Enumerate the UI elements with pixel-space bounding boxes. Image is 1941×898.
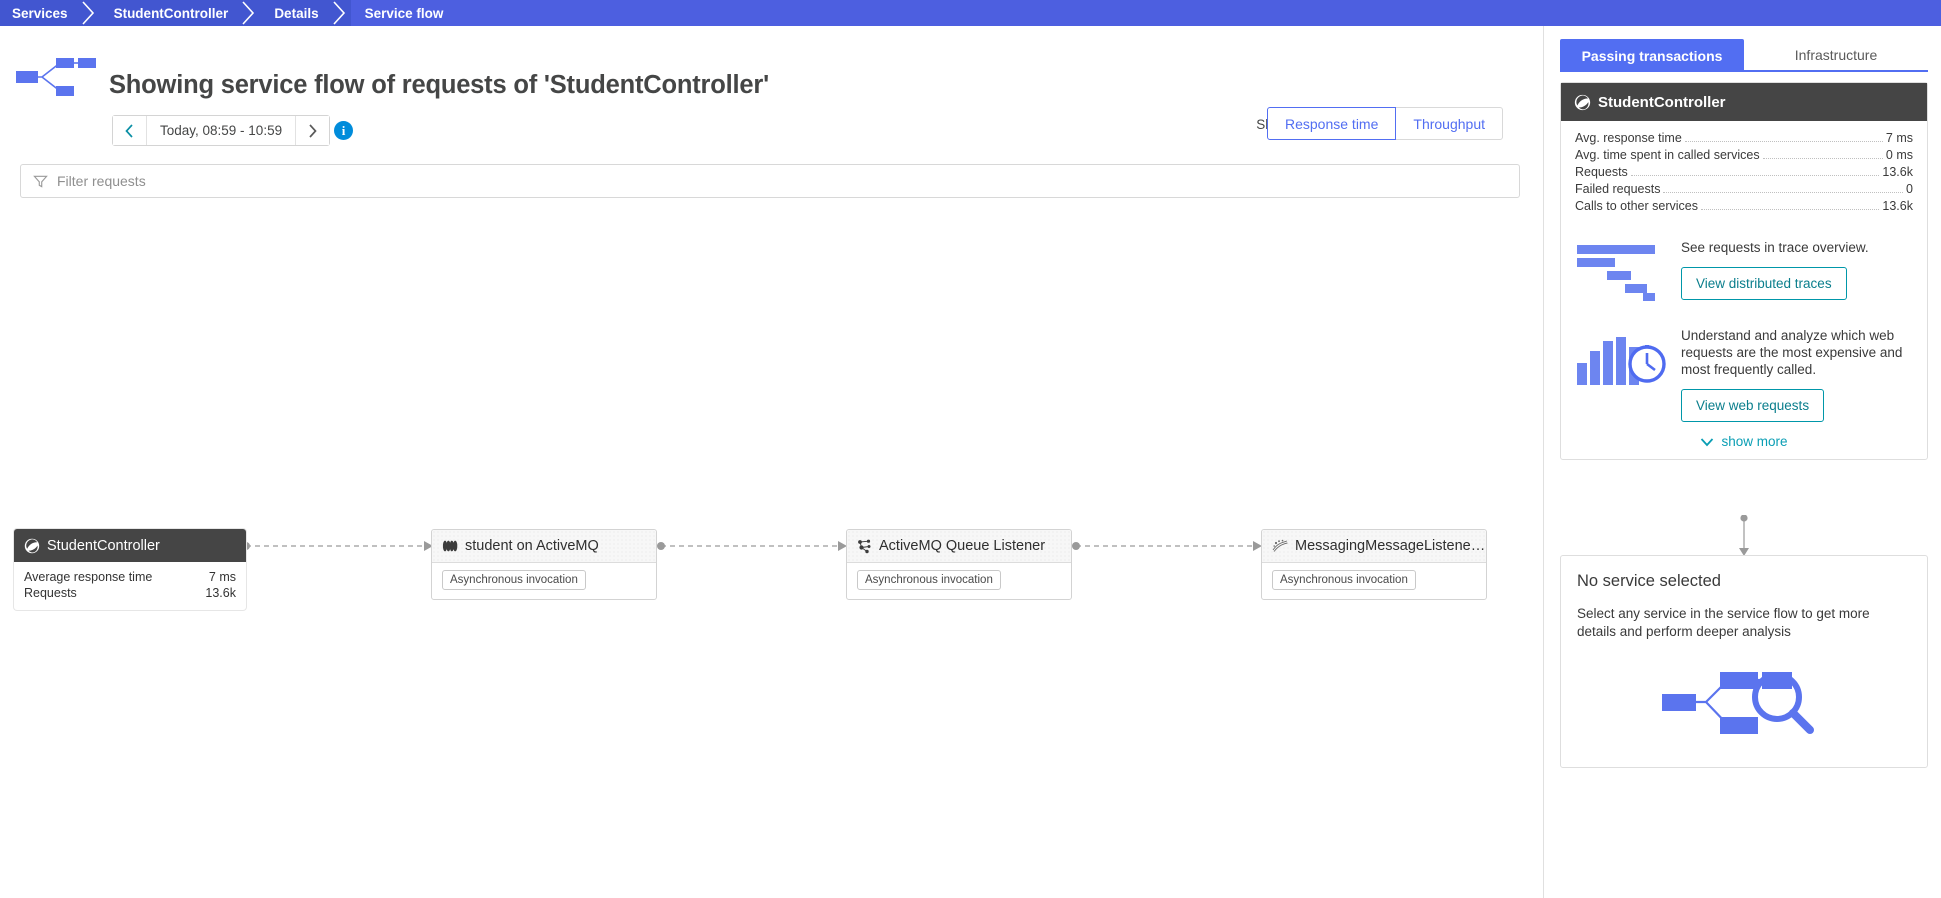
view-web-requests-button[interactable]: View web requests xyxy=(1681,389,1824,422)
service-summary-card: StudentController Avg. response time 7 m… xyxy=(1560,82,1928,460)
flow-node-activemq-queue-listener[interactable]: ActiveMQ Queue Listener Asynchronous inv… xyxy=(846,529,1072,600)
flow-node-title: ActiveMQ Queue Listener xyxy=(879,538,1045,554)
promo-web-requests: Understand and analyze which web request… xyxy=(1561,327,1927,422)
flow-node-header: student on ActiveMQ xyxy=(432,530,656,563)
promo-text: Understand and analyze which web request… xyxy=(1681,327,1913,378)
flow-node-title: MessagingMessageListene… xyxy=(1295,538,1485,554)
details-sidebar: Passing transactions Infrastructure Stud… xyxy=(1543,26,1941,898)
breadcrumb-label: StudentController xyxy=(114,6,229,21)
stat-leader xyxy=(1631,175,1880,176)
breadcrumb-label: Services xyxy=(12,6,68,21)
stat-value: 0 xyxy=(1906,181,1913,198)
service-flow-graph: StudentController Average response time … xyxy=(0,26,1543,898)
stat-leader xyxy=(1701,209,1879,210)
stat-row: Avg. time spent in called services 0 ms xyxy=(1575,147,1913,164)
service-flow-search-icon xyxy=(1561,641,1927,741)
tab-passing-transactions[interactable]: Passing transactions xyxy=(1560,39,1744,72)
flow-node-title: StudentController xyxy=(47,538,160,554)
breadcrumb: Services StudentController Details Servi… xyxy=(0,0,1941,26)
empty-state-title: No service selected xyxy=(1561,556,1927,591)
breadcrumb-item-services[interactable]: Services xyxy=(0,0,100,26)
stat-leader xyxy=(1685,141,1883,142)
toggle-response-time[interactable]: Response time xyxy=(1267,107,1396,140)
stat-value: 13.6k xyxy=(1882,164,1913,181)
async-invocation-tag: Asynchronous invocation xyxy=(1272,570,1416,590)
chevron-down-icon xyxy=(1700,437,1714,447)
main-content: Showing service flow of requests of 'Stu… xyxy=(0,26,1543,898)
no-service-selected-card: No service selected Select any service i… xyxy=(1560,555,1928,768)
flow-node-student-on-activemq[interactable]: student on ActiveMQ Asynchronous invocat… xyxy=(431,529,657,600)
queue-icon xyxy=(442,539,458,553)
metric-label: Requests xyxy=(24,585,77,601)
breadcrumb-item-studentcontroller[interactable]: StudentController xyxy=(100,0,261,26)
metric-row: Requests 13.6k xyxy=(24,585,236,601)
promo-text: See requests in trace overview. xyxy=(1681,239,1913,256)
flow-node-body: Asynchronous invocation xyxy=(847,563,1071,599)
stat-label: Avg. time spent in called services xyxy=(1575,147,1760,164)
flow-node-header: ActiveMQ Queue Listener xyxy=(847,530,1071,563)
stat-row: Requests 13.6k xyxy=(1575,164,1913,181)
tab-infrastructure[interactable]: Infrastructure xyxy=(1744,39,1928,72)
card-connector xyxy=(1728,515,1760,558)
trace-waterfall-icon xyxy=(1575,239,1671,306)
sidebar-tabs: Passing transactions Infrastructure xyxy=(1560,39,1928,72)
flow-node-studentcontroller[interactable]: StudentController Average response time … xyxy=(14,529,246,610)
show-more-label: show more xyxy=(1721,434,1787,449)
flow-node-body: Asynchronous invocation xyxy=(432,563,656,599)
service-card-header: StudentController xyxy=(1561,83,1927,121)
breadcrumb-item-service-flow[interactable]: Service flow xyxy=(351,0,1941,26)
promo-content: See requests in trace overview. View dis… xyxy=(1671,239,1913,300)
stat-leader xyxy=(1663,192,1903,193)
flow-node-body: Asynchronous invocation xyxy=(1262,563,1486,599)
breadcrumb-chevron-icon xyxy=(329,0,351,26)
stat-row: Calls to other services 13.6k xyxy=(1575,198,1913,215)
stat-row: Avg. response time 7 ms xyxy=(1575,130,1913,147)
flow-node-title: student on ActiveMQ xyxy=(465,538,599,554)
show-more-button[interactable]: show more xyxy=(1561,422,1927,459)
stat-label: Avg. response time xyxy=(1575,130,1682,147)
stat-value: 7 ms xyxy=(1886,130,1913,147)
stat-label: Failed requests xyxy=(1575,181,1660,198)
flow-node-messagingmessagelistener[interactable]: MessagingMessageListene… Asynchronous in… xyxy=(1261,529,1487,600)
breadcrumb-chevron-icon xyxy=(78,0,100,26)
breadcrumb-chevron-icon xyxy=(238,0,260,26)
async-invocation-tag: Asynchronous invocation xyxy=(857,570,1001,590)
stat-value: 0 ms xyxy=(1886,147,1913,164)
promo-distributed-traces: See requests in trace overview. View dis… xyxy=(1561,239,1927,306)
breadcrumb-label: Service flow xyxy=(365,6,444,21)
java-icon xyxy=(1574,94,1591,111)
view-distributed-traces-button[interactable]: View distributed traces xyxy=(1681,267,1847,300)
nodes-icon xyxy=(857,539,872,554)
metric-value: 13.6k xyxy=(205,585,236,601)
promo-content: Understand and analyze which web request… xyxy=(1671,327,1913,422)
stat-label: Requests xyxy=(1575,164,1628,181)
stat-leader xyxy=(1763,158,1883,159)
stat-value: 13.6k xyxy=(1882,198,1913,215)
bar-chart-clock-icon xyxy=(1575,327,1671,394)
metric-row: Average response time 7 ms xyxy=(24,569,236,585)
async-invocation-tag: Asynchronous invocation xyxy=(442,570,586,590)
service-stats-list: Avg. response time 7 ms Avg. time spent … xyxy=(1561,121,1927,225)
stat-label: Calls to other services xyxy=(1575,198,1698,215)
flow-node-header: MessagingMessageListene… xyxy=(1262,530,1486,563)
flow-node-metrics: Average response time 7 ms Requests 13.6… xyxy=(14,562,246,610)
flow-node-header: StudentController xyxy=(14,529,246,562)
service-card-title: StudentController xyxy=(1598,94,1726,111)
breadcrumb-item-details[interactable]: Details xyxy=(260,0,350,26)
messaging-icon xyxy=(1272,539,1288,553)
metric-value: 7 ms xyxy=(209,569,236,585)
empty-state-text: Select any service in the service flow t… xyxy=(1561,591,1927,641)
metric-label: Average response time xyxy=(24,569,152,585)
flow-connectors xyxy=(0,26,1543,898)
stat-row: Failed requests 0 xyxy=(1575,181,1913,198)
java-icon xyxy=(24,538,40,554)
breadcrumb-label: Details xyxy=(274,6,318,21)
